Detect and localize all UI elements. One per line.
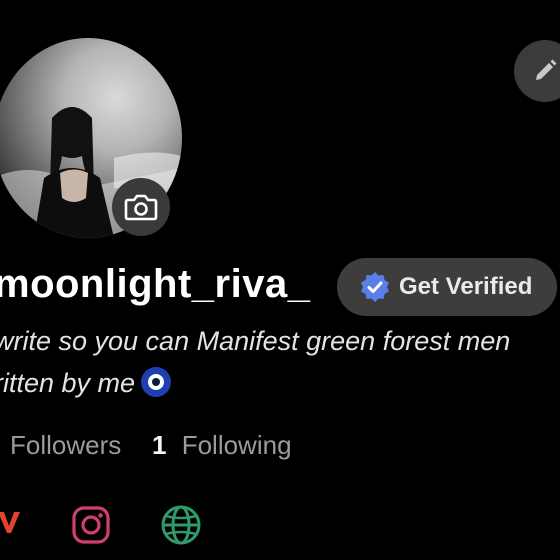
following-count: 1 xyxy=(152,430,167,460)
pencil-icon xyxy=(536,59,557,80)
social-v-link[interactable] xyxy=(0,508,22,541)
get-verified-label: Get Verified xyxy=(399,273,533,300)
bio: write so you can Manifest green forest m… xyxy=(0,320,510,404)
following-label: Following xyxy=(181,430,292,460)
following-link[interactable]: 1 Following xyxy=(152,430,292,461)
globe-icon xyxy=(161,505,201,545)
instagram-icon xyxy=(72,506,110,544)
bio-line-2-text: ritten by me xyxy=(0,368,136,398)
bio-line-1: write so you can Manifest green forest m… xyxy=(0,326,511,356)
camera-button[interactable] xyxy=(112,178,170,236)
bio-line-2: ritten by me xyxy=(0,362,510,404)
camera-icon xyxy=(124,194,158,221)
website-link[interactable] xyxy=(160,504,202,551)
verified-badge-icon xyxy=(361,272,389,302)
instagram-link[interactable] xyxy=(71,505,111,550)
get-verified-button[interactable]: Get Verified xyxy=(337,258,557,316)
edit-profile-button[interactable] xyxy=(514,40,560,102)
followers-label: Followers xyxy=(10,430,122,460)
followers-link[interactable]: Followers xyxy=(10,430,121,461)
nazar-amulet-emoji xyxy=(141,367,172,397)
username: moonlight_riva_ xyxy=(0,262,311,306)
v-icon xyxy=(0,512,20,533)
